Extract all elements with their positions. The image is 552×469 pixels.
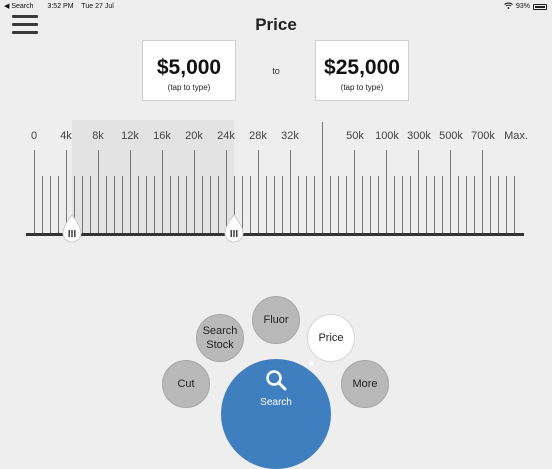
scale-minor-tick <box>474 176 475 233</box>
scale-minor-tick <box>338 176 339 233</box>
search-stock-menu-button[interactable]: Search Stock <box>196 314 244 362</box>
scale-minor-tick <box>466 176 467 233</box>
scale-major-tick <box>482 150 483 233</box>
scale-minor-tick <box>490 176 491 233</box>
active-indicator-dot <box>309 361 314 366</box>
scale-label-0: 0 <box>30 130 38 142</box>
scale-minor-tick <box>146 176 147 233</box>
search-label: Search <box>260 397 292 409</box>
scale-minor-tick <box>506 176 507 233</box>
scale-minor-tick <box>378 176 379 233</box>
scale-minor-tick <box>498 176 499 233</box>
scale-major-tick <box>194 150 195 233</box>
scale-label-50k: 50k <box>346 130 364 142</box>
scale-minor-tick <box>442 176 443 233</box>
scale-major-tick <box>258 150 259 233</box>
scale-minor-tick <box>50 176 51 233</box>
search-icon <box>265 369 287 395</box>
scale-minor-tick <box>114 176 115 233</box>
scale-minor-tick <box>170 176 171 233</box>
scale-minor-tick <box>82 176 83 233</box>
scale-major-tick <box>290 150 291 233</box>
scale-minor-tick <box>394 176 395 233</box>
scale-minor-tick <box>122 176 123 233</box>
scale-minor-tick <box>458 176 459 233</box>
scale-minor-tick <box>186 176 187 233</box>
search-menu-button[interactable]: Search <box>221 359 331 469</box>
cut-label: Cut <box>177 377 195 390</box>
search-stock-label: Search Stock <box>202 324 238 351</box>
scale-minor-tick <box>402 176 403 233</box>
cut-menu-button[interactable]: Cut <box>162 360 210 408</box>
scale-major-tick <box>450 150 451 233</box>
scale-label-16k: 16k <box>153 130 171 142</box>
scale-major-tick <box>386 150 387 233</box>
scale-major-tick <box>162 150 163 233</box>
scale-label-max: Max. <box>504 130 528 142</box>
scale-major-tick <box>322 122 323 233</box>
scale-label-4k: 4k <box>60 130 72 142</box>
fluor-menu-button[interactable]: Fluor <box>252 296 300 344</box>
scale-minor-tick <box>514 176 515 233</box>
scale-minor-tick <box>42 176 43 233</box>
scale-minor-tick <box>138 176 139 233</box>
scale-minor-tick <box>298 176 299 233</box>
scale-minor-tick <box>330 176 331 233</box>
scale-label-300k: 300k <box>407 130 431 142</box>
scale-label-700k: 700k <box>471 130 495 142</box>
scale-minor-tick <box>362 176 363 233</box>
scale-minor-tick <box>90 176 91 233</box>
scale-minor-tick <box>410 176 411 233</box>
more-label: More <box>352 377 378 390</box>
price-label: Price <box>318 331 344 344</box>
min-slider-handle[interactable] <box>62 214 82 244</box>
price-range-slider[interactable]: 0 4k 8k 12k 16k 20k 24k 28k 32k 50k 100k… <box>0 0 552 260</box>
scale-major-tick <box>34 150 35 233</box>
more-menu-button[interactable]: More <box>341 360 389 408</box>
scale-label-500k: 500k <box>439 130 463 142</box>
scale-minor-tick <box>178 176 179 233</box>
scale-minor-tick <box>106 176 107 233</box>
scale-minor-tick <box>250 176 251 233</box>
scale-major-tick <box>418 150 419 233</box>
max-slider-handle[interactable] <box>224 214 244 244</box>
scale-minor-tick <box>266 176 267 233</box>
scale-label-28k: 28k <box>249 130 267 142</box>
scale-minor-tick <box>370 176 371 233</box>
scale-label-8k: 8k <box>92 130 104 142</box>
scale-minor-tick <box>210 176 211 233</box>
scale-major-tick <box>98 150 99 233</box>
scale-minor-tick <box>306 176 307 233</box>
scale-minor-tick <box>346 176 347 233</box>
slider-track <box>26 233 524 236</box>
scale-minor-tick <box>274 176 275 233</box>
scale-minor-tick <box>314 176 315 233</box>
scale-minor-tick <box>282 176 283 233</box>
scale-major-tick <box>354 150 355 233</box>
scale-minor-tick <box>202 176 203 233</box>
scale-minor-tick <box>58 176 59 233</box>
scale-label-32k: 32k <box>281 130 299 142</box>
scale-major-tick <box>130 150 131 233</box>
scale-label-100k: 100k <box>375 130 399 142</box>
scale-minor-tick <box>426 176 427 233</box>
scale-label-24k: 24k <box>217 130 235 142</box>
fluor-label: Fluor <box>263 313 289 326</box>
price-menu-button[interactable]: Price <box>307 314 355 362</box>
scale-minor-tick <box>434 176 435 233</box>
scale-label-12k: 12k <box>121 130 139 142</box>
scale-label-20k: 20k <box>185 130 203 142</box>
scale-minor-tick <box>154 176 155 233</box>
scale-minor-tick <box>218 176 219 233</box>
